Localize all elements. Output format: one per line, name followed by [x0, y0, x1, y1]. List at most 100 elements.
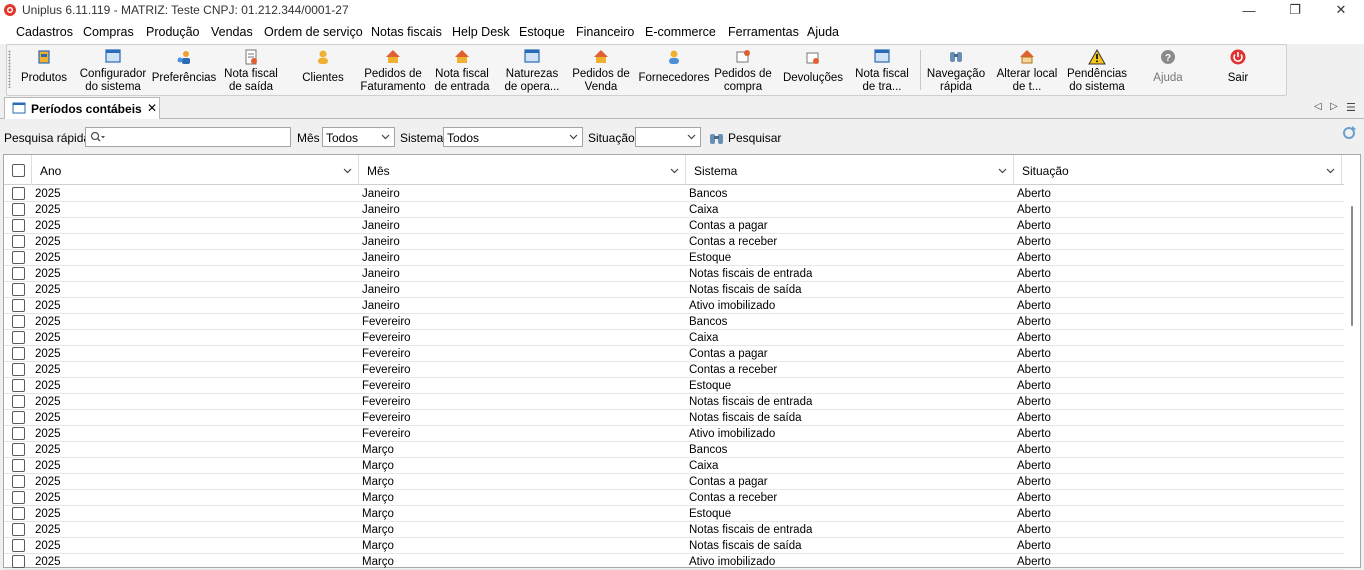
column-header-situacao[interactable]: Situação	[1014, 155, 1342, 185]
table-row[interactable]: 2025 Fevereiro Contas a pagar Aberto	[4, 346, 1344, 362]
row-checkbox[interactable]	[12, 443, 25, 456]
table-row[interactable]: 2025 Fevereiro Estoque Aberto	[4, 378, 1344, 394]
quick-search-input[interactable]	[85, 127, 291, 147]
system-select[interactable]: Todos	[443, 127, 583, 147]
table-row[interactable]: 2025 Março Estoque Aberto	[4, 506, 1344, 522]
row-checkbox[interactable]	[12, 539, 25, 552]
vertical-scrollbar[interactable]	[1346, 186, 1360, 567]
column-header-mes[interactable]: Mês	[359, 155, 686, 185]
table-row[interactable]: 2025 Fevereiro Notas fiscais de saída Abert…	[4, 410, 1344, 426]
toolbar-produtos-button[interactable]: Produtos	[20, 48, 68, 94]
menu-ordem-servico[interactable]: Ordem de serviço	[264, 25, 363, 39]
row-checkbox[interactable]	[12, 187, 25, 200]
row-checkbox[interactable]	[12, 315, 25, 328]
tab-periodos-contabeis[interactable]: Períodos contábeis ✕	[4, 97, 160, 119]
column-header-sistema[interactable]: Sistema	[686, 155, 1014, 185]
toolbar-pedidos-faturamento-button[interactable]: Pedidos de Faturamento	[358, 48, 428, 94]
toolbar-pedidos-venda-button[interactable]: Pedidos de Venda	[570, 48, 632, 94]
toolbar-pendencias-button[interactable]: Pendências do sistema	[1064, 48, 1130, 94]
table-row[interactable]: 2025 Março Notas fiscais de saída Aberto	[4, 538, 1344, 554]
table-row[interactable]: 2025 Janeiro Estoque Aberto	[4, 250, 1344, 266]
toolbar-grip[interactable]	[8, 50, 11, 88]
column-header-ano[interactable]: Ano	[32, 155, 359, 185]
maximize-button[interactable]: ❐	[1272, 0, 1318, 20]
tab-list-icon[interactable]: ☰	[1346, 101, 1356, 114]
table-row[interactable]: 2025 Fevereiro Ativo imobilizado Aberto	[4, 426, 1344, 442]
table-row[interactable]: 2025 Fevereiro Contas a receber Aberto	[4, 362, 1344, 378]
chevron-down-icon[interactable]	[1326, 166, 1335, 175]
row-checkbox[interactable]	[12, 347, 25, 360]
menu-help-desk[interactable]: Help Desk	[452, 25, 510, 39]
row-checkbox[interactable]	[12, 203, 25, 216]
menu-cadastros[interactable]: Cadastros	[16, 25, 73, 39]
table-row[interactable]: 2025 Janeiro Notas fiscais de saída Aberto	[4, 282, 1344, 298]
row-checkbox[interactable]	[12, 267, 25, 280]
row-checkbox[interactable]	[12, 475, 25, 488]
select-all-checkbox[interactable]	[12, 164, 25, 177]
menu-financeiro[interactable]: Financeiro	[576, 25, 634, 39]
refresh-icon[interactable]	[1341, 125, 1357, 141]
chevron-down-icon[interactable]	[343, 166, 352, 175]
row-checkbox[interactable]	[12, 555, 25, 568]
search-button[interactable]: Pesquisar	[709, 129, 781, 147]
table-row[interactable]: 2025 Janeiro Contas a pagar Aberto	[4, 218, 1344, 234]
tab-scroll-right-icon[interactable]: ▷	[1330, 101, 1338, 112]
row-checkbox[interactable]	[12, 491, 25, 504]
toolbar-nota-saida-button[interactable]: Nota fiscal de saída	[220, 48, 282, 94]
minimize-button[interactable]: —	[1226, 0, 1272, 20]
toolbar-navegacao-button[interactable]: Navegação rápida	[924, 48, 988, 94]
row-checkbox[interactable]	[12, 299, 25, 312]
menu-producao[interactable]: Produção	[146, 25, 200, 39]
chevron-down-icon[interactable]	[670, 166, 679, 175]
table-row[interactable]: 2025 Março Caixa Aberto	[4, 458, 1344, 474]
toolbar-configurador-button[interactable]: Configurador do sistema	[78, 48, 148, 94]
table-row[interactable]: 2025 Março Contas a receber Aberto	[4, 490, 1344, 506]
table-row[interactable]: 2025 Fevereiro Bancos Aberto	[4, 314, 1344, 330]
table-row[interactable]: 2025 Fevereiro Notas fiscais de entrada Abe…	[4, 394, 1344, 410]
table-row[interactable]: 2025 Janeiro Notas fiscais de entrada Abert…	[4, 266, 1344, 282]
row-checkbox[interactable]	[12, 331, 25, 344]
row-checkbox[interactable]	[12, 459, 25, 472]
toolbar-nota-entrada-button[interactable]: Nota fiscal de entrada	[430, 48, 494, 94]
toolbar-sair-button[interactable]: Sair	[1214, 48, 1262, 94]
row-checkbox[interactable]	[12, 427, 25, 440]
row-checkbox[interactable]	[12, 507, 25, 520]
row-checkbox[interactable]	[12, 395, 25, 408]
menu-vendas[interactable]: Vendas	[211, 25, 253, 39]
table-row[interactable]: 2025 Março Contas a pagar Aberto	[4, 474, 1344, 490]
toolbar-ajuda-button[interactable]: ? Ajuda	[1144, 48, 1192, 94]
menu-notas-fiscais[interactable]: Notas fiscais	[371, 25, 442, 39]
table-row[interactable]: 2025 Março Notas fiscais de entrada Aberto	[4, 522, 1344, 538]
menu-ferramentas[interactable]: Ferramentas	[728, 25, 799, 39]
table-row[interactable]: 2025 Janeiro Caixa Aberto	[4, 202, 1344, 218]
toolbar-nota-transferencia-button[interactable]: Nota fiscal de tra...	[852, 48, 912, 94]
close-button[interactable]: ✕	[1318, 0, 1364, 20]
menu-estoque[interactable]: Estoque	[519, 25, 565, 39]
row-checkbox[interactable]	[12, 363, 25, 376]
toolbar-devolucoes-button[interactable]: Devoluções	[782, 48, 844, 94]
row-checkbox[interactable]	[12, 251, 25, 264]
menu-ajuda[interactable]: Ajuda	[807, 25, 839, 39]
row-checkbox[interactable]	[12, 379, 25, 392]
row-checkbox[interactable]	[12, 411, 25, 424]
toolbar-preferencias-button[interactable]: Preferências	[152, 48, 216, 94]
row-checkbox[interactable]	[12, 283, 25, 296]
menu-ecommerce[interactable]: E-commerce	[645, 25, 716, 39]
toolbar-clientes-button[interactable]: Clientes	[298, 48, 348, 94]
table-row[interactable]: 2025 Fevereiro Caixa Aberto	[4, 330, 1344, 346]
table-row[interactable]: 2025 Janeiro Ativo imobilizado Aberto	[4, 298, 1344, 314]
month-select[interactable]: Todos	[322, 127, 395, 147]
table-row[interactable]: 2025 Janeiro Bancos Aberto	[4, 186, 1344, 202]
table-row[interactable]: 2025 Março Bancos Aberto	[4, 442, 1344, 458]
chevron-down-icon[interactable]	[998, 166, 1007, 175]
row-checkbox[interactable]	[12, 523, 25, 536]
toolbar-naturezas-button[interactable]: Naturezas de opera...	[500, 48, 564, 94]
status-select[interactable]	[635, 127, 701, 147]
tab-scroll-left-icon[interactable]: ◁	[1314, 101, 1322, 112]
table-row[interactable]: 2025 Janeiro Contas a receber Aberto	[4, 234, 1344, 250]
scrollbar-thumb[interactable]	[1351, 206, 1353, 326]
menu-compras[interactable]: Compras	[83, 25, 134, 39]
row-checkbox[interactable]	[12, 219, 25, 232]
row-checkbox[interactable]	[12, 235, 25, 248]
toolbar-pedidos-compra-button[interactable]: Pedidos de compra	[712, 48, 774, 94]
